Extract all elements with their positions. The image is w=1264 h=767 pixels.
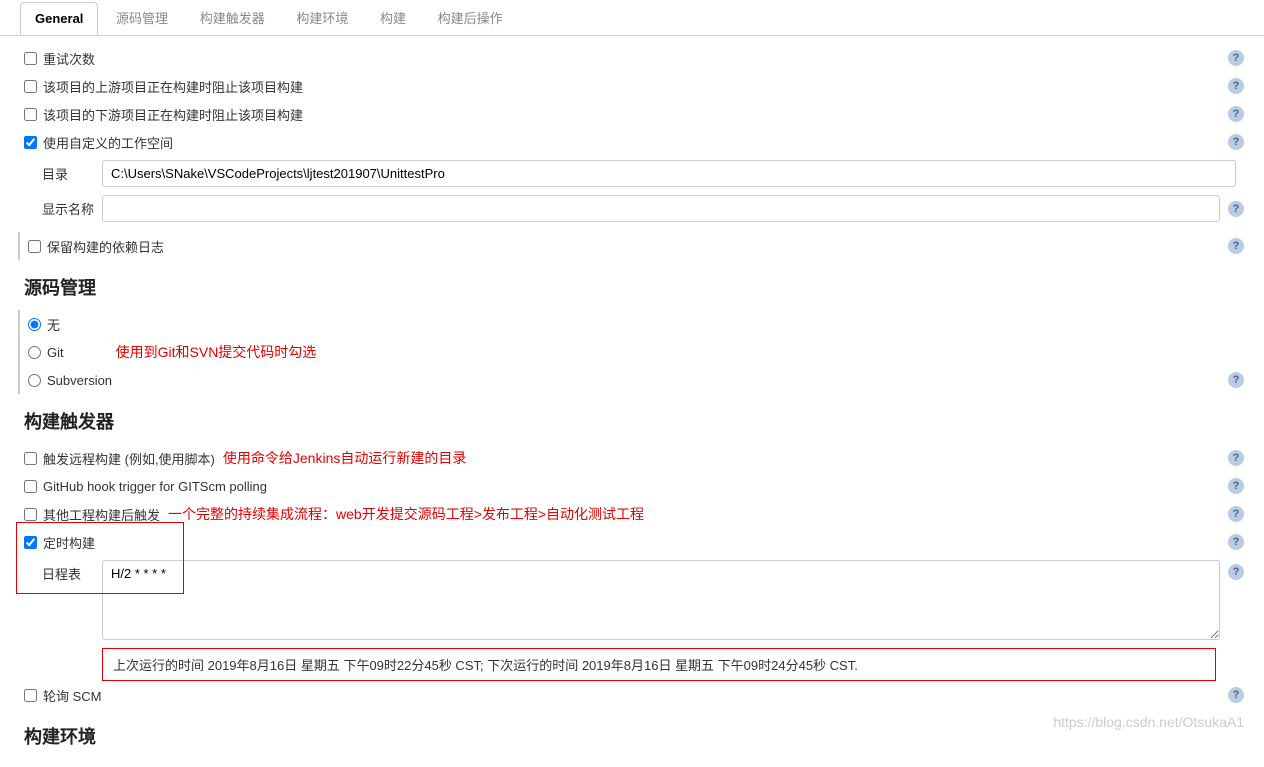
tab-general[interactable]: General [20, 2, 98, 35]
directory-label: 目录 [42, 164, 102, 183]
scm-git-label: Git [47, 345, 64, 360]
help-icon[interactable]: ? [1228, 506, 1244, 522]
timer-trigger-checkbox[interactable] [24, 536, 37, 549]
remote-trigger-label: 触发远程构建 (例如,使用脚本) [43, 449, 215, 468]
scm-header: 源码管理 [24, 260, 1244, 310]
after-others-checkbox[interactable] [24, 508, 37, 521]
remote-trigger-annotation: 使用命令给Jenkins自动运行新建的目录 [223, 448, 466, 468]
help-icon[interactable]: ? [1228, 478, 1244, 494]
custom-workspace-label: 使用自定义的工作空间 [43, 133, 173, 152]
display-name-input[interactable] [102, 195, 1220, 222]
help-icon[interactable]: ? [1228, 687, 1244, 703]
help-icon[interactable]: ? [1228, 106, 1244, 122]
watermark-text: https://blog.csdn.net/OtsukaA1 [1053, 714, 1244, 730]
block-downstream-label: 该项目的下游项目正在构建时阻止该项目构建 [43, 105, 303, 124]
help-icon[interactable]: ? [1228, 564, 1244, 580]
retry-count-label: 重试次数 [43, 49, 95, 68]
github-hook-label: GitHub hook trigger for GITScm polling [43, 479, 267, 494]
display-name-label: 显示名称 [42, 199, 102, 218]
content-area: 重试次数 ? 该项目的上游项目正在构建时阻止该项目构建 ? 该项目的下游项目正在… [0, 36, 1264, 767]
block-upstream-label: 该项目的上游项目正在构建时阻止该项目构建 [43, 77, 303, 96]
block-upstream-checkbox[interactable] [24, 80, 37, 93]
github-hook-checkbox[interactable] [24, 480, 37, 493]
help-icon[interactable]: ? [1228, 50, 1244, 66]
block-downstream-checkbox[interactable] [24, 108, 37, 121]
triggers-header: 构建触发器 [24, 394, 1244, 444]
scm-none-label: 无 [47, 315, 60, 334]
help-icon[interactable]: ? [1228, 534, 1244, 550]
directory-input[interactable] [102, 160, 1236, 187]
tab-scm[interactable]: 源码管理 [102, 0, 182, 35]
help-icon[interactable]: ? [1228, 238, 1244, 254]
timer-trigger-label: 定时构建 [43, 533, 95, 552]
retry-count-checkbox[interactable] [24, 52, 37, 65]
keep-deps-log-checkbox[interactable] [28, 240, 41, 253]
help-icon[interactable]: ? [1228, 372, 1244, 388]
remote-trigger-checkbox[interactable] [24, 452, 37, 465]
help-icon[interactable]: ? [1228, 134, 1244, 150]
help-icon[interactable]: ? [1228, 201, 1244, 217]
tabs-bar: General 源码管理 构建触发器 构建环境 构建 构建后操作 [0, 0, 1264, 36]
schedule-textarea[interactable] [102, 560, 1220, 640]
schedule-label: 日程表 [42, 560, 102, 583]
scm-none-radio[interactable] [28, 318, 41, 331]
tab-post[interactable]: 构建后操作 [424, 0, 517, 35]
poll-scm-checkbox[interactable] [24, 689, 37, 702]
after-others-annotation: 一个完整的持续集成流程：web开发提交源码工程>发布工程>自动化测试工程 [168, 504, 644, 524]
custom-workspace-checkbox[interactable] [24, 136, 37, 149]
poll-scm-label: 轮询 SCM [43, 686, 102, 705]
after-others-label: 其他工程构建后触发 [43, 505, 160, 524]
keep-deps-log-label: 保留构建的依赖日志 [47, 237, 164, 256]
help-icon[interactable]: ? [1228, 78, 1244, 94]
scm-git-radio[interactable] [28, 346, 41, 359]
scm-svn-label: Subversion [47, 373, 112, 388]
scm-svn-radio[interactable] [28, 374, 41, 387]
tab-build[interactable]: 构建 [366, 0, 420, 35]
help-icon[interactable]: ? [1228, 450, 1244, 466]
tab-env[interactable]: 构建环境 [282, 0, 362, 35]
scm-annotation: 使用到Git和SVN提交代码时勾选 [116, 342, 317, 362]
schedule-info-text: 上次运行的时间 2019年8月16日 星期五 下午09时22分45秒 CST; … [102, 648, 1216, 681]
tab-triggers[interactable]: 构建触发器 [186, 0, 279, 35]
